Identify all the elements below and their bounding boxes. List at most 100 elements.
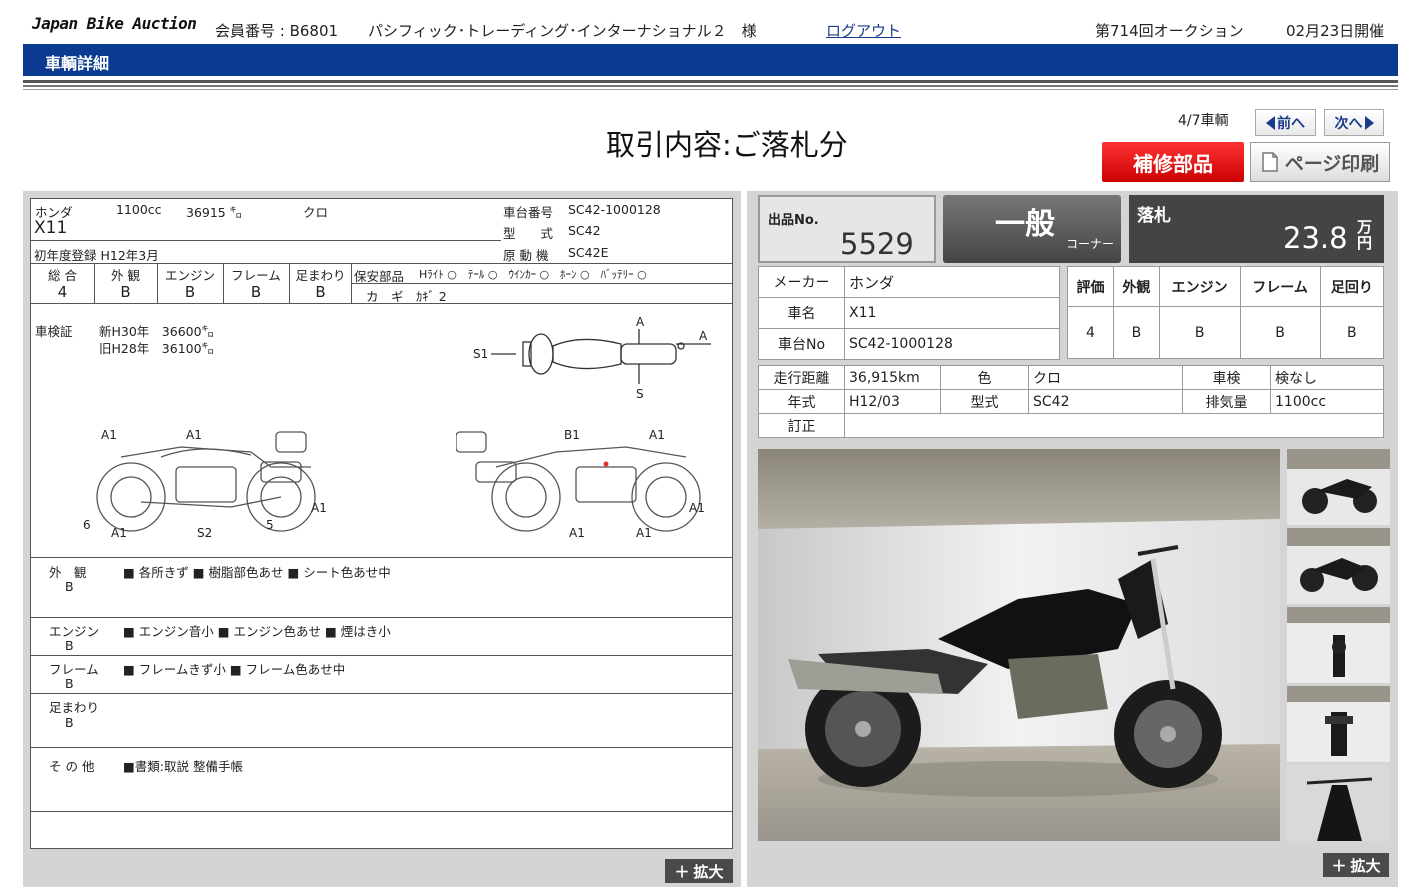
thumbnail[interactable]	[1287, 686, 1390, 762]
type-value: SC42	[1028, 389, 1183, 414]
sheet-first-registration: 初年度登録 H12年3月	[34, 248, 159, 263]
print-page-button[interactable]: ページ印刷	[1250, 142, 1390, 182]
expand-label: 拡大	[693, 862, 724, 881]
page-title: 取引内容:ご落札分	[606, 128, 848, 162]
grade-header: 外観	[1112, 266, 1160, 307]
lot-box: 出品No. 5529	[758, 195, 936, 263]
year-value: H12/03	[844, 389, 941, 414]
thumbnail[interactable]	[1287, 449, 1390, 525]
diag-label-s: S	[636, 387, 644, 401]
price-value: 23.8	[1283, 221, 1348, 255]
thumbnail-image	[1287, 607, 1390, 683]
corner-sub: コーナー	[1066, 237, 1115, 251]
corner-box: 一般 コーナー	[943, 195, 1121, 263]
diag-label-a1: A1	[111, 526, 127, 540]
prev-button[interactable]: 前へ	[1255, 109, 1316, 136]
section-title: 車輌詳細	[45, 54, 110, 73]
logout-link[interactable]: ログアウト	[826, 20, 901, 41]
sheet-grade: B	[120, 283, 131, 301]
logo: Japan Bike Auction	[32, 14, 197, 33]
thumbnail-image	[1287, 528, 1390, 604]
expand-sheet-button[interactable]: ＋拡大	[665, 859, 733, 883]
lot-number: 5529	[840, 227, 914, 261]
inspect-value: 検なし	[1270, 365, 1384, 390]
price-label: 落札	[1137, 206, 1171, 226]
main-photo[interactable]	[758, 449, 1280, 841]
grade-value: B	[1112, 306, 1160, 359]
price-unit: 万円	[1357, 218, 1373, 252]
sheet-grade-header: 総 合	[48, 268, 77, 283]
note-text: ■書類:取説 整備手帳	[123, 759, 243, 774]
diag-label-a1: A1	[186, 428, 202, 442]
sheet-engine-label: 原 動 機	[503, 248, 549, 263]
note-grade: B	[65, 638, 74, 653]
sheet-model: X11	[34, 218, 68, 238]
sheet-engine: SC42E	[568, 245, 609, 260]
frame-label: 車台No	[758, 328, 845, 360]
diag-label-6: 6	[83, 518, 91, 532]
diag-label-a1: A1	[689, 501, 705, 515]
note-text: ■ 各所きず ■ 樹脂部色あせ ■ シート色あせ中	[123, 565, 391, 580]
divider	[23, 89, 1398, 90]
sheet-parts: Hﾗｲﾄ ○ ﾃｰﾙ ○ ｳｲﾝｶｰ ○ ﾎｰﾝ ○ ﾊﾞｯﾃﾘｰ ○	[419, 268, 647, 281]
color-label: 色	[940, 365, 1029, 390]
left-side-diagram: A1 A1 A1 6 A1 S2 5	[83, 428, 327, 540]
inspect-label: 車検	[1182, 365, 1271, 390]
sheet-grade-header: 足まわり	[295, 268, 346, 283]
sheet-grade-header: フレーム	[231, 268, 281, 283]
diag-label-a1: A1	[636, 526, 652, 540]
top-view-diagram: A S1 A S	[473, 315, 711, 401]
diag-label-s2: S2	[197, 526, 212, 540]
sheet-frame-label: 車台番号	[503, 205, 554, 220]
vehicle-counter: 4/7車輌	[1178, 113, 1229, 129]
thumbnail[interactable]	[1287, 607, 1390, 683]
motorcycle-photo	[758, 449, 1280, 841]
thumbnail-image	[1287, 765, 1390, 841]
damage-marker	[603, 461, 609, 467]
grade-header: フレーム	[1239, 266, 1321, 307]
diag-label-5: 5	[266, 518, 274, 532]
divider	[23, 80, 1398, 83]
grade-value: 4	[1067, 306, 1114, 359]
maker-label: メーカー	[758, 266, 845, 298]
next-button[interactable]: 次へ	[1324, 109, 1384, 136]
thumbnail-image	[1287, 449, 1390, 525]
diag-label-s1: S1	[473, 347, 488, 361]
thumbnail[interactable]	[1287, 765, 1390, 841]
plus-icon: ＋	[674, 862, 690, 881]
grade-value: B	[1158, 306, 1241, 359]
top-bar: Japan Bike Auction 会員番号 : B6801 パシフィック･ト…	[0, 0, 1410, 44]
maker-value: ホンダ	[844, 266, 1060, 298]
mileage-value: 36,915km	[844, 365, 941, 390]
divider	[23, 85, 1398, 87]
diag-label-b1: B1	[564, 428, 580, 442]
note-grade: B	[65, 676, 74, 691]
diag-label-a1: A1	[101, 428, 117, 442]
repair-parts-button[interactable]: 補修部品	[1102, 142, 1244, 182]
price-box: 落札 23.8 万円	[1129, 195, 1384, 263]
thumbnail[interactable]	[1287, 528, 1390, 604]
displacement-value: 1100cc	[1270, 389, 1384, 414]
arrow-left-icon	[1266, 115, 1275, 130]
document-icon	[1261, 152, 1278, 172]
inspection-sheet-panel: ホンダ 1100cc 36915 ㌔ クロ 車台番号 SC42-1000128 …	[23, 191, 741, 887]
grade-header: 足回り	[1319, 266, 1385, 307]
expand-label: 拡大	[1350, 856, 1381, 875]
auction-date: 02月23日開催	[1286, 22, 1385, 40]
lot-label: 出品No.	[768, 213, 819, 228]
diag-label-a1: A1	[311, 501, 327, 515]
sheet-grade: B	[184, 283, 196, 301]
sheet-type-label: 型 式	[503, 226, 554, 241]
grade-table: 評価 外観 エンジン フレーム 足回り 4 B B B B	[1067, 266, 1385, 359]
corner-name: 一般	[995, 207, 1055, 242]
expand-photo-button[interactable]: ＋拡大	[1323, 853, 1389, 877]
grade-header: エンジン	[1158, 266, 1241, 307]
note-label: フレーム	[49, 662, 99, 677]
sheet-inspection-label: 車検証	[35, 324, 73, 339]
diag-label-a1: A1	[649, 428, 665, 442]
sheet-grade: B	[250, 283, 262, 301]
correction-value	[844, 413, 1384, 438]
sheet-color: クロ	[303, 205, 329, 220]
sheet-cc: 1100cc	[116, 202, 162, 217]
note-text: ■ フレームきず小 ■ フレーム色あせ中	[123, 662, 346, 677]
